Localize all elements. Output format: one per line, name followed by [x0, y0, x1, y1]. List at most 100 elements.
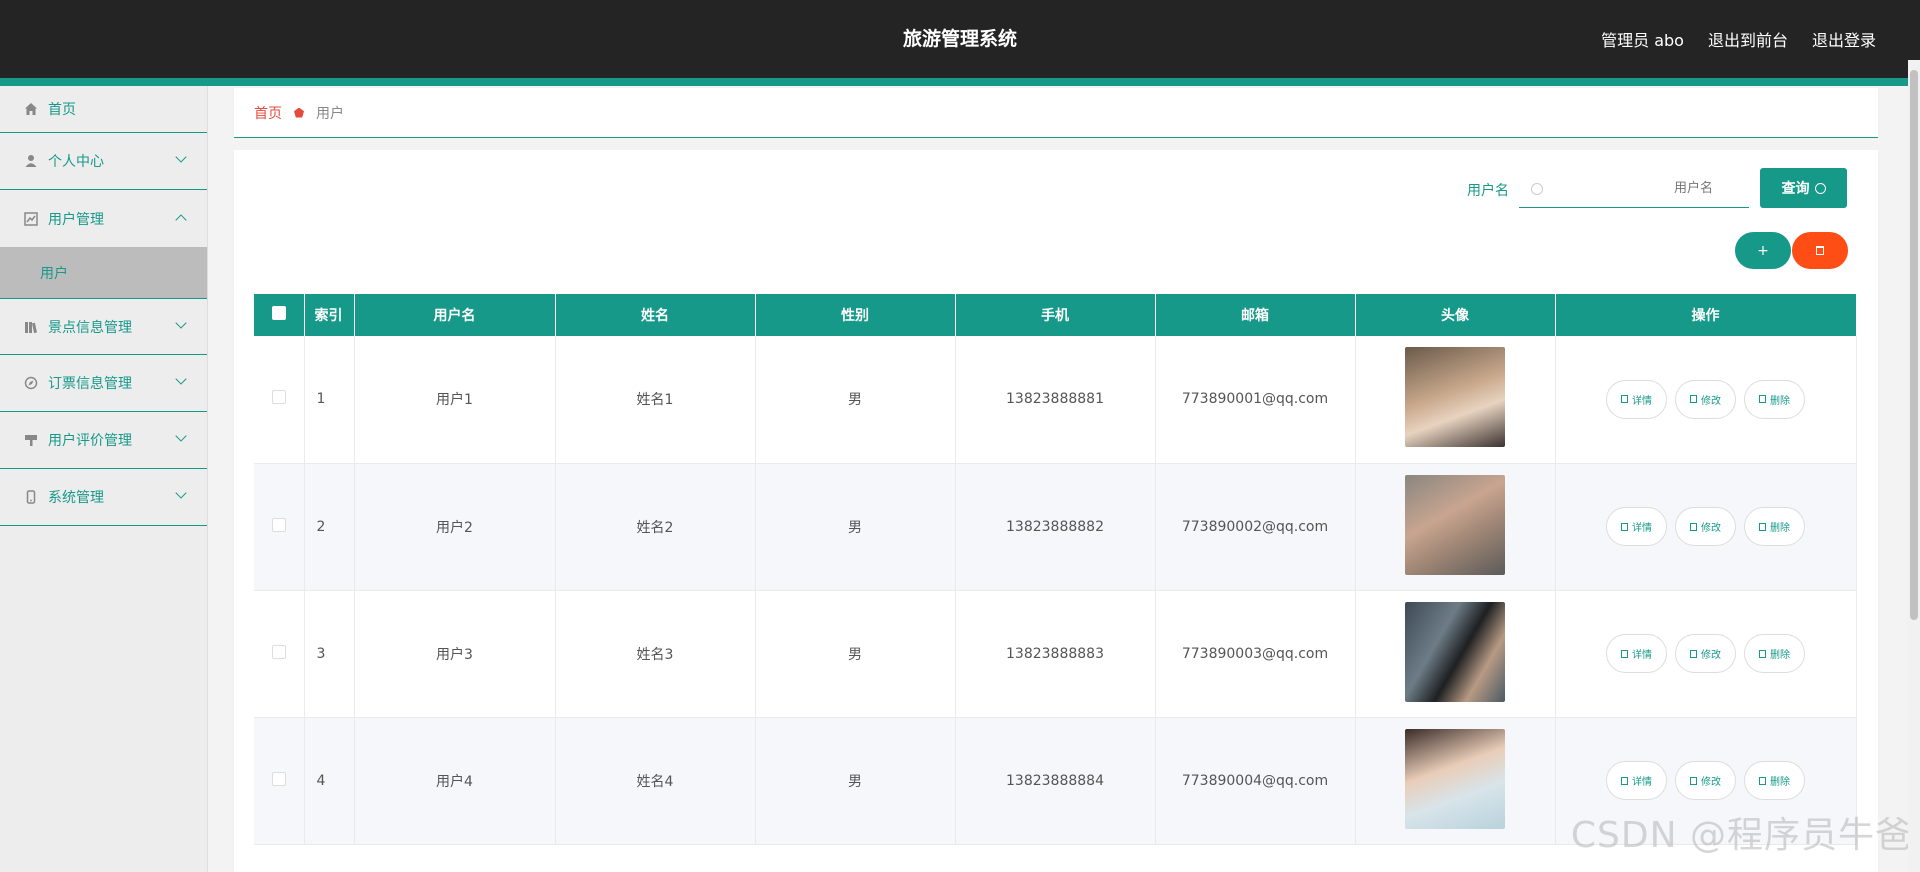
row-phone: 13823888883 — [955, 590, 1156, 718]
sidebar-item-label: 首页 — [48, 102, 76, 118]
detail-button[interactable]: 详情 — [1606, 507, 1667, 546]
header-accent-stripe — [0, 78, 1920, 86]
table-row: 3 用户3 姓名3 男 13823888883 773890003@qq.com… — [254, 590, 1857, 718]
delete-button[interactable]: 删除 — [1744, 761, 1805, 800]
page-scrollbar[interactable] — [1908, 60, 1920, 872]
exit-to-frontend-link[interactable]: 退出到前台 — [1708, 27, 1788, 51]
chevron-down-icon — [175, 487, 187, 499]
sidebar-item-home[interactable]: 首页 — [0, 86, 207, 133]
watermark: CSDN @程序员牛爸 — [1570, 815, 1912, 856]
column-header: 索引 — [304, 294, 355, 336]
edit-button[interactable]: 修改 — [1675, 761, 1736, 800]
sidebar-item-system-management[interactable]: 系统管理 — [0, 469, 207, 526]
chevron-down-icon — [175, 430, 187, 442]
sidebar-subitem-user[interactable]: 用户 — [0, 247, 207, 298]
logout-link[interactable]: 退出登录 — [1812, 27, 1876, 51]
column-header: 姓名 — [555, 294, 756, 336]
breadcrumb: 首页 用户 — [234, 88, 1878, 138]
sidebar-item-review-management[interactable]: 用户评价管理 — [0, 412, 207, 469]
delete-button[interactable]: 删除 — [1744, 507, 1805, 546]
delete-button[interactable]: 删除 — [1744, 379, 1805, 419]
sidebar-item-label: 用户管理 — [48, 211, 104, 228]
detail-button[interactable]: 详情 — [1606, 761, 1667, 800]
batch-delete-button[interactable] — [1792, 232, 1848, 269]
row-name: 姓名4 — [555, 717, 756, 845]
sidebar-item-label: 订票信息管理 — [48, 376, 132, 392]
edit-button[interactable]: 修改 — [1675, 507, 1736, 546]
row-name: 姓名2 — [555, 463, 756, 591]
breadcrumb-home[interactable]: 首页 — [254, 103, 282, 123]
row-phone: 13823888884 — [955, 717, 1156, 845]
row-gender: 男 — [755, 717, 956, 845]
row-email: 773890002@qq.com — [1155, 463, 1356, 591]
sidebar-item-personal-center[interactable]: 个人中心 — [0, 133, 207, 190]
admin-user-label[interactable]: 管理员 abo — [1601, 27, 1684, 51]
row-username: 用户3 — [354, 590, 556, 718]
pentagon-icon — [294, 107, 304, 118]
query-button-label: 查询 — [1781, 181, 1810, 197]
row-checkbox[interactable] — [271, 644, 286, 659]
avatar — [1405, 601, 1505, 702]
row-username: 用户4 — [354, 717, 556, 845]
row-phone: 13823888882 — [955, 463, 1156, 591]
row-checkbox[interactable] — [271, 390, 286, 405]
document-icon — [1621, 649, 1628, 658]
sidebar-item-scenic-management[interactable]: 景点信息管理 — [0, 298, 207, 355]
row-email: 773890003@qq.com — [1155, 590, 1356, 718]
row-username: 用户2 — [354, 463, 556, 591]
select-all-checkbox[interactable] — [271, 306, 286, 320]
document-icon — [1621, 395, 1628, 404]
trash-icon — [1759, 649, 1766, 658]
row-checkbox[interactable] — [271, 517, 286, 532]
scrollbar-thumb[interactable] — [1910, 70, 1918, 620]
sidebar-item-label: 个人中心 — [48, 154, 104, 170]
row-gender: 男 — [755, 336, 956, 464]
hammer-icon — [25, 435, 37, 446]
edit-icon — [1690, 776, 1697, 785]
sidebar: 首页 个人中心 用户管理 用户 景点信息管理 订票信息管理 用户评价管理 系统管… — [0, 86, 208, 872]
column-header: 邮箱 — [1155, 294, 1356, 336]
query-button[interactable]: 查询 — [1760, 168, 1847, 208]
avatar — [1405, 474, 1505, 575]
detail-button[interactable]: 详情 — [1606, 379, 1667, 419]
select-all-header[interactable] — [254, 294, 305, 336]
users-table: 索引 用户名 姓名 性别 手机 邮箱 头像 操作 1 用户1 姓名1 男 138… — [254, 294, 1857, 845]
breadcrumb-current: 用户 — [316, 105, 344, 122]
trash-icon — [1759, 776, 1766, 785]
row-checkbox[interactable] — [271, 771, 286, 786]
compass-icon — [24, 376, 38, 390]
search-box — [1519, 170, 1749, 208]
edit-button[interactable]: 修改 — [1675, 379, 1736, 419]
table-header-row: 索引 用户名 姓名 性别 手机 邮箱 头像 操作 — [254, 294, 1857, 336]
username-search-input[interactable] — [1519, 170, 1749, 207]
library-icon — [25, 321, 37, 333]
row-name: 姓名1 — [555, 336, 756, 464]
detail-button[interactable]: 详情 — [1606, 634, 1667, 673]
edit-icon — [1690, 649, 1697, 658]
column-header: 头像 — [1355, 294, 1556, 336]
row-phone: 13823888881 — [955, 336, 1156, 464]
delete-button[interactable]: 删除 — [1744, 634, 1805, 673]
add-button[interactable]: + — [1735, 232, 1791, 269]
mobile-icon — [26, 490, 36, 504]
person-icon — [25, 155, 37, 167]
edit-icon — [1690, 395, 1697, 404]
search-icon — [1814, 182, 1826, 194]
edit-button[interactable]: 修改 — [1675, 634, 1736, 673]
sidebar-item-label: 系统管理 — [48, 490, 104, 506]
row-index: 4 — [304, 717, 355, 845]
chevron-down-icon — [175, 373, 187, 385]
avatar — [1405, 347, 1505, 448]
document-icon — [1621, 522, 1628, 531]
table-row: 1 用户1 姓名1 男 13823888881 773890001@qq.com… — [254, 336, 1857, 464]
column-header: 用户名 — [354, 294, 556, 336]
avatar — [1405, 728, 1505, 829]
top-header: 旅游管理系统 管理员 abo 退出到前台 退出登录 — [0, 0, 1920, 78]
chart-icon — [24, 211, 38, 226]
edit-icon — [1690, 522, 1697, 531]
home-icon — [25, 103, 37, 115]
sidebar-item-user-management[interactable]: 用户管理 — [0, 190, 207, 247]
sidebar-item-ticket-management[interactable]: 订票信息管理 — [0, 355, 207, 412]
row-username: 用户1 — [354, 336, 556, 464]
row-index: 1 — [304, 336, 355, 464]
